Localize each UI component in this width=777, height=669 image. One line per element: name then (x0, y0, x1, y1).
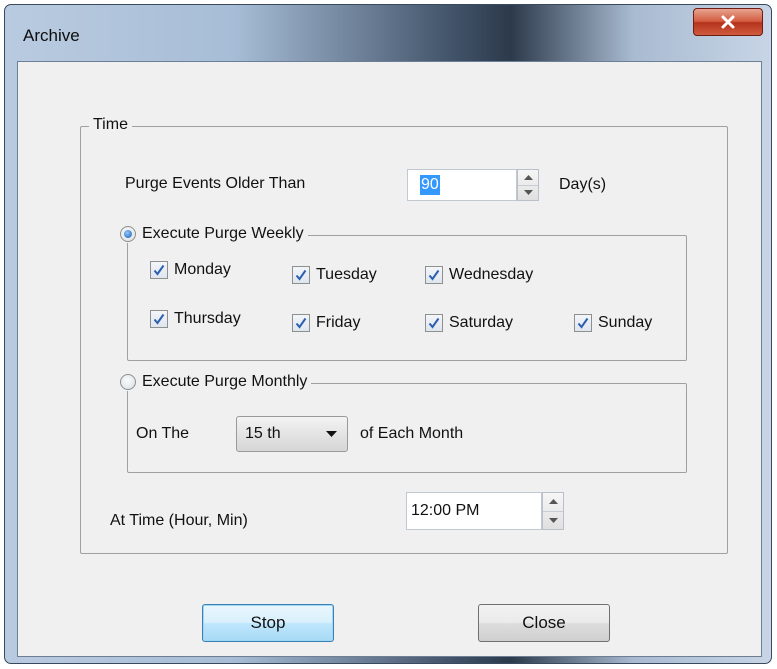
month-day-value: 15 th (245, 425, 281, 442)
friday-label: Friday (316, 314, 361, 331)
weekly-radio[interactable] (120, 226, 136, 242)
checkmark-icon (428, 317, 440, 329)
purge-events-label: Purge Events Older Than (125, 175, 306, 192)
checkbox-box (150, 261, 168, 279)
at-time-down-button[interactable] (543, 512, 563, 530)
window-title: Archive (23, 26, 80, 45)
checkbox-box (150, 310, 168, 328)
monday-label: Monday (174, 261, 231, 278)
saturday-checkbox[interactable]: Saturday (425, 314, 513, 332)
purge-days-input[interactable]: 90 (407, 169, 517, 201)
checkbox-box (425, 266, 443, 284)
time-groupbox: Time Purge Events Older Than 90 Day(s) E (80, 116, 728, 554)
chevron-down-icon (523, 190, 533, 196)
chevron-down-icon (326, 431, 337, 437)
friday-checkbox[interactable]: Friday (292, 314, 360, 332)
on-the-label: On The (136, 425, 190, 442)
chevron-up-icon (548, 499, 558, 505)
tuesday-label: Tuesday (316, 266, 377, 283)
monthly-groupbox: Execute Purge Monthly On The 15 th of Ea… (116, 373, 687, 473)
close-window-button[interactable] (693, 8, 763, 36)
thursday-label: Thursday (174, 310, 241, 327)
wednesday-checkbox[interactable]: Wednesday (425, 266, 533, 284)
checkmark-icon (577, 317, 589, 329)
at-time-up-button[interactable] (543, 493, 563, 512)
checkbox-box (574, 314, 592, 332)
thursday-checkbox[interactable]: Thursday (150, 310, 241, 328)
at-time-spinner[interactable] (542, 492, 564, 530)
sunday-label: Sunday (598, 314, 653, 331)
weekly-groupbox: Execute Purge Weekly Monday Tuesday Wedn… (116, 225, 687, 361)
of-each-month-label: of Each Month (360, 425, 464, 442)
purge-days-spinner[interactable] (517, 169, 539, 201)
checkmark-icon (428, 269, 440, 281)
weekly-radio-label: Execute Purge Weekly (142, 225, 304, 242)
dialog-client-area: Time Purge Events Older Than 90 Day(s) E (17, 61, 762, 657)
monday-checkbox[interactable]: Monday (150, 261, 231, 279)
purge-days-up-button[interactable] (518, 170, 538, 186)
stop-button[interactable]: Stop (202, 604, 334, 642)
at-time-value: 12:00 PM (411, 502, 480, 519)
month-day-select[interactable]: 15 th (236, 416, 348, 452)
monthly-radio-label: Execute Purge Monthly (142, 373, 308, 390)
checkmark-icon (153, 264, 165, 276)
monthly-radio[interactable] (120, 374, 136, 390)
purge-days-value: 90 (420, 175, 440, 195)
checkbox-box (292, 266, 310, 284)
checkmark-icon (295, 317, 307, 329)
weekly-legend[interactable]: Execute Purge Weekly (116, 225, 308, 243)
close-icon (721, 15, 735, 29)
close-button-label: Close (522, 613, 566, 632)
time-group-legend: Time (89, 116, 132, 134)
chevron-down-icon (548, 517, 558, 523)
close-button[interactable]: Close (478, 604, 610, 642)
radio-selected-dot (124, 230, 132, 238)
monthly-legend[interactable]: Execute Purge Monthly (116, 373, 312, 391)
title-bar[interactable]: Archive (5, 5, 771, 61)
at-time-input[interactable]: 12:00 PM (406, 492, 542, 530)
saturday-label: Saturday (449, 314, 514, 331)
checkbox-box (292, 314, 310, 332)
checkbox-box (425, 314, 443, 332)
purge-days-down-button[interactable] (518, 186, 538, 201)
archive-window: Archive Time Purge Events Older Than 90 (4, 4, 772, 664)
stop-button-label: Stop (250, 613, 286, 632)
tuesday-checkbox[interactable]: Tuesday (292, 266, 377, 284)
at-time-label-visible: At Time (Hour, Min) (110, 512, 248, 529)
time-legend-label: Time (93, 116, 128, 133)
purge-days-unit: Day(s) (559, 176, 607, 193)
checkmark-icon (153, 313, 165, 325)
chevron-up-icon (523, 174, 533, 180)
wednesday-label: Wednesday (449, 266, 534, 283)
sunday-checkbox[interactable]: Sunday (574, 314, 652, 332)
checkmark-icon (295, 269, 307, 281)
